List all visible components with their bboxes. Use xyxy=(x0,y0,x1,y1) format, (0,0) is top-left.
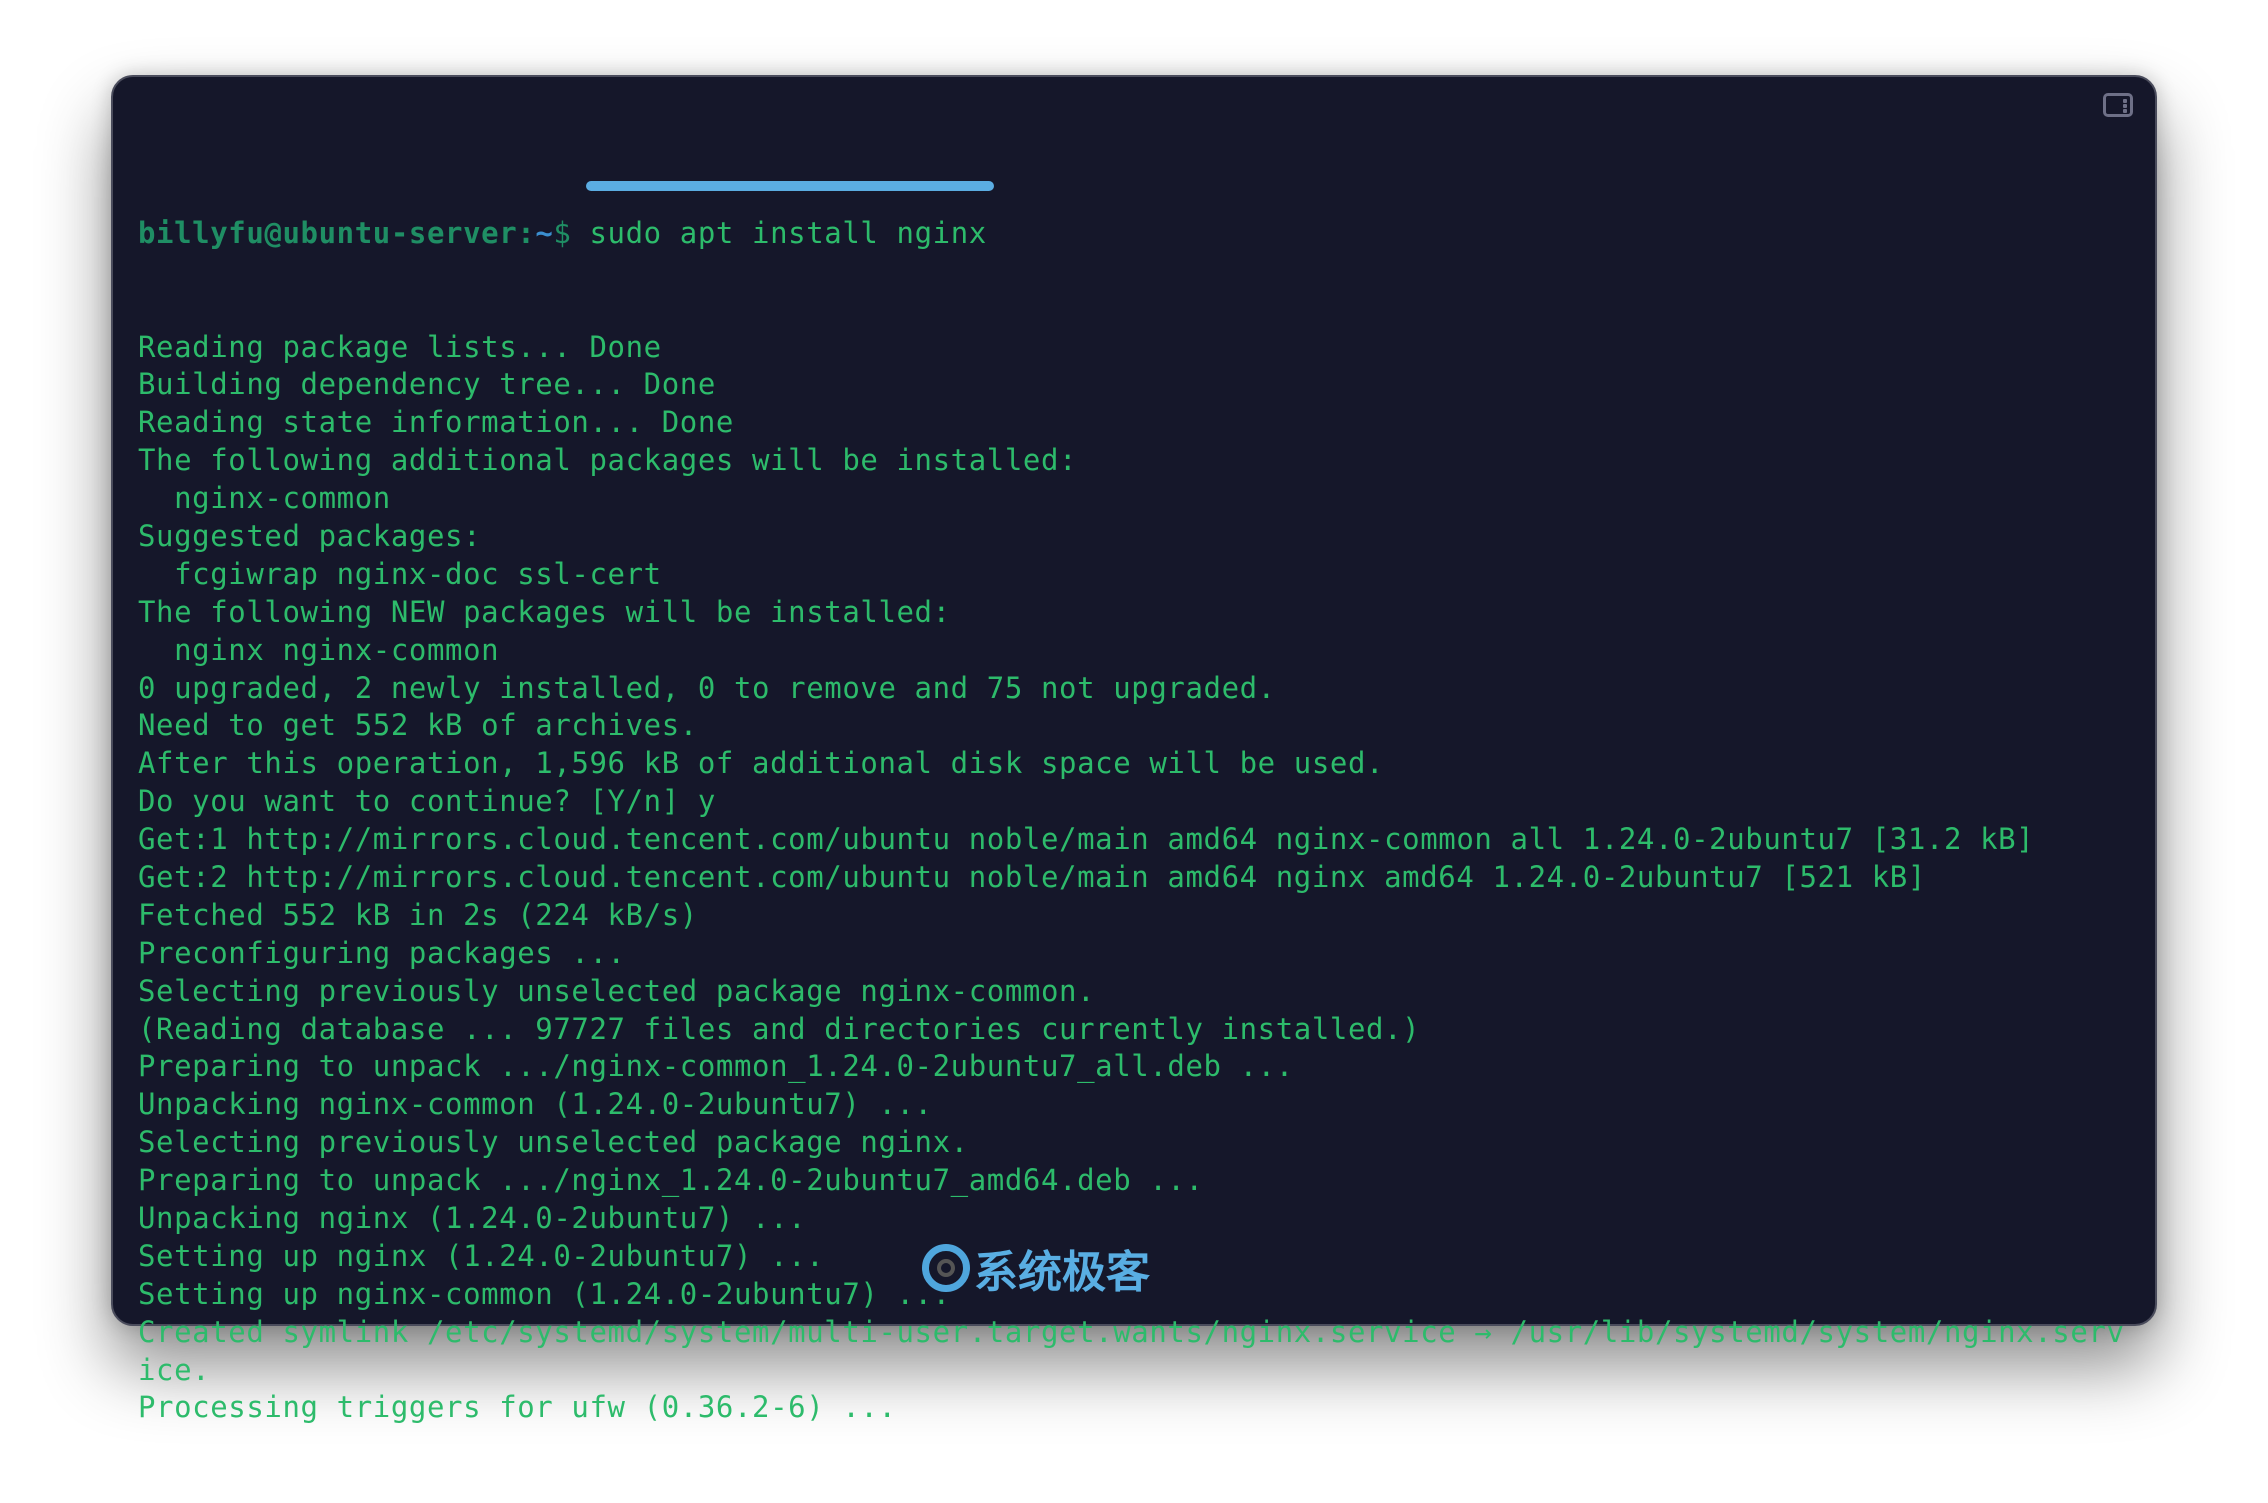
output-line: The following additional packages will b… xyxy=(138,443,1078,478)
output-line: fcgiwrap nginx-doc ssl-cert xyxy=(138,556,662,591)
output-line: nginx nginx-common xyxy=(138,632,500,667)
output-line: Suggested packages: xyxy=(138,518,482,553)
output-line: Reading package lists... Done xyxy=(138,329,662,364)
output-line: (Reading database ... 97727 files and di… xyxy=(138,1011,1421,1046)
output-line: Selecting previously unselected package … xyxy=(138,973,1096,1008)
watermark-text: 系统极客 xyxy=(974,1247,1150,1298)
output-line: Unpacking nginx-common (1.24.0-2ubuntu7)… xyxy=(138,1087,933,1122)
output-line: 0 upgraded, 2 newly installed, 0 to remo… xyxy=(138,670,1276,705)
output-line: nginx-common xyxy=(138,481,391,516)
prompt-symbol: $ xyxy=(553,215,590,250)
output-line: Get:2 http://mirrors.cloud.tencent.com/u… xyxy=(138,859,1926,894)
prompt-user-host: billyfu@ubuntu-server: xyxy=(138,215,536,250)
output-line: Building dependency tree... Done xyxy=(138,367,716,402)
sidebar-toggle-icon[interactable] xyxy=(2103,93,2133,117)
output-line: Preparing to unpack .../nginx_1.24.0-2ub… xyxy=(138,1163,1204,1198)
command-text: sudo apt install nginx xyxy=(589,215,987,250)
watermark-logo-icon xyxy=(922,1244,970,1292)
output-line: Selecting previously unselected package … xyxy=(138,1125,969,1160)
command-highlight-underline xyxy=(586,181,994,191)
output-line: Fetched 552 kB in 2s (224 kB/s) xyxy=(138,897,698,932)
prompt-line: billyfu@ubuntu-server:~$ sudo apt instal… xyxy=(138,215,2125,253)
terminal-window[interactable]: billyfu@ubuntu-server:~$ sudo apt instal… xyxy=(111,75,2157,1424)
prompt-cwd: ~ xyxy=(535,215,554,250)
output-line: Unpacking nginx (1.24.0-2ubuntu7) ... xyxy=(138,1201,807,1235)
output-line: Preconfiguring packages ... xyxy=(138,935,626,970)
output-line: Need to get 552 kB of archives. xyxy=(138,708,698,743)
output-line: ice. xyxy=(138,1352,211,1387)
output-line: Created symlink /etc/systemd/system/mult… xyxy=(138,1314,2125,1349)
output-line: Do you want to continue? [Y/n] y xyxy=(138,784,716,819)
output-line: After this operation, 1,596 kB of additi… xyxy=(138,746,1385,781)
watermark: 系统极客 xyxy=(922,1236,1150,1300)
output-line: Reading state information... Done xyxy=(138,405,734,440)
output-line: Processing triggers for ufw (0.36.2-6) .… xyxy=(138,1390,897,1425)
output-line: Preparing to unpack .../nginx-common_1.2… xyxy=(138,1049,1294,1084)
output-line: The following NEW packages will be insta… xyxy=(138,594,951,629)
output-line: Get:1 http://mirrors.cloud.tencent.com/u… xyxy=(138,822,2035,857)
